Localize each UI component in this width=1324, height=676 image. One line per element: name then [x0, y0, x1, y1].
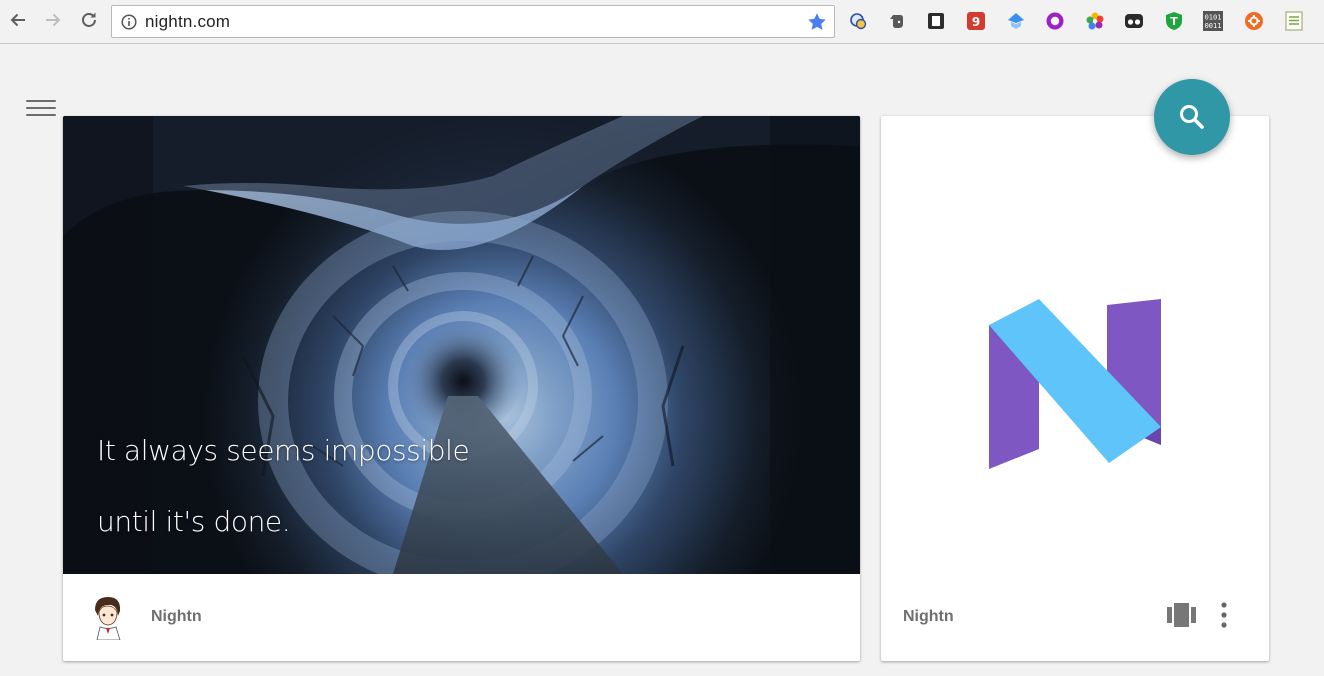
svg-text:9: 9	[972, 15, 980, 29]
carousel-icon[interactable]	[1167, 603, 1196, 627]
binary-0101-icon[interactable]: 01010011	[1203, 11, 1223, 31]
author-name[interactable]: Nightn	[151, 608, 202, 626]
extension-12-icon[interactable]	[1284, 11, 1304, 31]
svg-text:T: T	[1170, 15, 1178, 28]
forward-arrow-icon	[46, 13, 61, 27]
extension-8-icon[interactable]	[1124, 11, 1144, 31]
svg-text:0011: 0011	[1205, 22, 1222, 30]
side-card-footer: Nightn	[881, 574, 1269, 661]
nightn-n-logo	[989, 299, 1161, 469]
extension-4-icon[interactable]: 9	[966, 11, 986, 31]
extension-1-icon[interactable]	[848, 11, 868, 31]
cave-tunnel-image: It always seems impossible until it's do…	[63, 116, 860, 574]
featured-post-card[interactable]: It always seems impossible until it's do…	[63, 116, 860, 661]
reload-icon	[82, 12, 96, 27]
card-footer: Nightn	[63, 574, 860, 661]
browser-toolbar: nightn.com 9 T 0101 0011	[0, 0, 1324, 44]
extension-11-icon[interactable]	[1244, 11, 1264, 31]
info-icon[interactable]	[121, 14, 137, 30]
extension-6-icon[interactable]	[1045, 11, 1065, 31]
extension-5-icon[interactable]	[1006, 11, 1026, 31]
extension-3-icon[interactable]	[926, 11, 946, 31]
evernote-icon[interactable]	[887, 11, 907, 31]
url-text[interactable]: nightn.com	[145, 12, 230, 32]
forward-button[interactable]	[42, 9, 64, 31]
search-fab-button[interactable]	[1154, 79, 1230, 155]
hamburger-menu-icon[interactable]	[26, 100, 56, 122]
quote-line-1: It always seems impossible	[97, 434, 470, 467]
author-avatar[interactable]	[89, 594, 127, 640]
bookmark-star-icon[interactable]	[806, 11, 828, 33]
more-vertical-icon[interactable]	[1217, 598, 1231, 632]
back-button[interactable]	[7, 9, 29, 31]
back-arrow-icon	[10, 13, 25, 27]
reload-button[interactable]	[78, 9, 100, 31]
extension-9-icon[interactable]: T	[1164, 11, 1184, 31]
extension-7-icon[interactable]	[1085, 11, 1105, 31]
author-name[interactable]: Nightn	[903, 608, 954, 626]
quote-line-2: until it's done.	[97, 505, 291, 538]
search-icon	[1180, 105, 1204, 129]
side-post-card[interactable]: Nightn	[881, 116, 1269, 661]
svg-text:0101: 0101	[1205, 14, 1222, 22]
address-bar[interactable]: nightn.com	[111, 5, 835, 38]
